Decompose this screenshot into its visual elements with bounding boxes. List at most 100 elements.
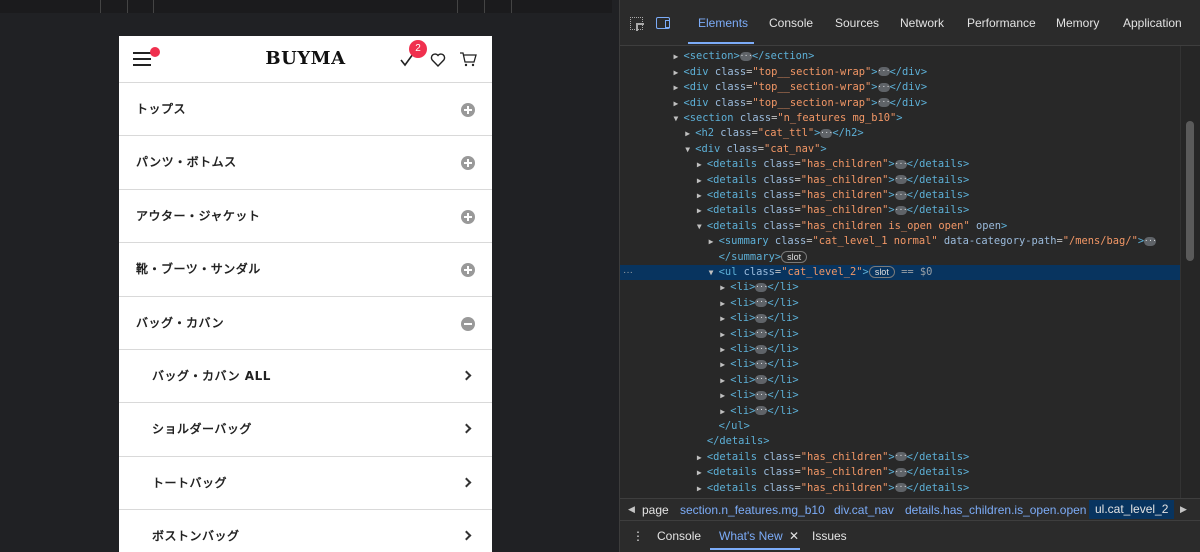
collapsed-content-icon[interactable]: ··· xyxy=(877,82,890,92)
collapsed-triangle-icon[interactable]: ▶ xyxy=(720,280,730,295)
tab-memory[interactable]: Memory xyxy=(1056,16,1099,30)
collapsed-content-icon[interactable]: ··· xyxy=(877,67,890,77)
dom-line[interactable]: ▶ <li>···</li> xyxy=(620,357,1180,372)
tab-network[interactable]: Network xyxy=(900,16,944,30)
collapsed-triangle-icon[interactable]: ▶ xyxy=(697,465,707,480)
dom-line[interactable]: ▶<details class="has_children">···</deta… xyxy=(620,450,1180,465)
expand-plus-icon[interactable] xyxy=(461,263,475,278)
slot-badge[interactable]: slot xyxy=(868,266,895,278)
collapsed-content-icon[interactable]: ··· xyxy=(755,344,768,354)
collapsed-content-icon[interactable]: ··· xyxy=(820,128,833,138)
tab-performance[interactable]: Performance xyxy=(967,16,1036,30)
collapsed-triangle-icon[interactable]: ▶ xyxy=(720,404,730,419)
subcategory-row[interactable]: バッグ・カバン ALL xyxy=(119,348,492,403)
collapsed-triangle-icon[interactable]: ▶ xyxy=(674,80,684,95)
collapsed-content-icon[interactable]: ··· xyxy=(755,329,768,339)
collapsed-content-icon[interactable]: ··· xyxy=(739,51,752,61)
dom-line[interactable]: ▶ <div class="top__section-wrap">···</div… xyxy=(620,65,1180,80)
category-row-bags[interactable]: バッグ・カバン xyxy=(119,295,492,349)
more-options-icon[interactable]: ··· xyxy=(623,265,633,280)
close-icon[interactable]: ✕ xyxy=(789,529,799,543)
expanded-triangle-icon[interactable]: ▼ xyxy=(685,142,695,157)
dom-line[interactable]: ▶ <li>···</li> xyxy=(620,327,1180,342)
tab-console[interactable]: Console xyxy=(769,16,813,30)
breadcrumb-item[interactable]: section.n_features.mg_b10 xyxy=(680,503,825,517)
dom-line[interactable]: </ul> xyxy=(620,419,1180,434)
breadcrumb-item[interactable]: div.cat_nav xyxy=(834,503,894,517)
breadcrumb-item[interactable]: page xyxy=(642,503,669,517)
heart-icon[interactable] xyxy=(430,52,446,68)
collapsed-content-icon[interactable]: ··· xyxy=(894,452,907,462)
collapsed-content-icon[interactable]: ··· xyxy=(755,282,768,292)
collapsed-triangle-icon[interactable]: ▶ xyxy=(674,96,684,111)
collapsed-triangle-icon[interactable]: ▶ xyxy=(697,188,707,203)
dom-line[interactable]: ▶ <li>···</li> xyxy=(620,388,1180,403)
subcategory-row[interactable]: ショルダーバッグ xyxy=(119,402,492,456)
dom-line[interactable]: ▶ <li>···</li> xyxy=(620,404,1180,419)
collapsed-triangle-icon[interactable]: ▶ xyxy=(709,234,719,249)
collapsed-content-icon[interactable]: ··· xyxy=(755,375,768,385)
expand-plus-icon[interactable] xyxy=(461,209,475,224)
expanded-triangle-icon[interactable]: ▼ xyxy=(709,265,719,280)
inspect-element-icon[interactable] xyxy=(630,17,644,31)
dom-line-selected[interactable]: ··· ▼ <ul class="cat_level_2"> slot == $0 xyxy=(620,265,1180,281)
expand-plus-icon[interactable] xyxy=(461,156,475,171)
drawer-tab-whats-new[interactable]: What's New xyxy=(719,529,783,543)
category-row-pants[interactable]: パンツ・ボトムス xyxy=(119,135,492,189)
tab-elements[interactable]: Elements xyxy=(698,16,748,30)
collapsed-triangle-icon[interactable]: ▶ xyxy=(697,173,707,188)
dom-line[interactable]: ▶<details class="has_children">···</deta… xyxy=(620,203,1180,218)
dom-line[interactable]: ▶<details class="has_children">···</deta… xyxy=(620,465,1180,480)
expand-plus-icon[interactable] xyxy=(461,103,475,117)
drawer-menu-icon[interactable]: ⋮ xyxy=(632,529,644,543)
subcategory-row[interactable]: ボストンバッグ xyxy=(119,509,492,552)
dom-line[interactable]: ▶ <summary class="cat_level_1 normal" dat… xyxy=(620,234,1180,249)
dom-line[interactable]: ▶<details class="has_children">···</deta… xyxy=(620,188,1180,203)
dom-line[interactable]: ▶<details class="has_children">···</deta… xyxy=(620,157,1180,172)
slot-badge[interactable]: slot xyxy=(781,250,808,263)
category-row-tops[interactable]: トップス xyxy=(119,82,492,136)
drawer-tab-console[interactable]: Console xyxy=(657,529,701,543)
dom-line[interactable]: ▶ <div class="top__section-wrap">···</div… xyxy=(620,80,1180,95)
collapsed-triangle-icon[interactable]: ▶ xyxy=(697,203,707,218)
collapsed-triangle-icon[interactable]: ▶ xyxy=(720,342,730,357)
collapsed-content-icon[interactable]: ··· xyxy=(894,175,907,185)
dom-line[interactable]: ▶ <h2 class="cat_ttl">···</h2> xyxy=(620,126,1180,141)
collapsed-content-icon[interactable]: ··· xyxy=(894,190,907,200)
dom-line[interactable]: ▶ <li>···</li> xyxy=(620,311,1180,326)
collapsed-triangle-icon[interactable]: ▶ xyxy=(697,450,707,465)
collapsed-content-icon[interactable]: ··· xyxy=(755,406,768,416)
collapsed-triangle-icon[interactable]: ▶ xyxy=(720,357,730,372)
dom-line[interactable]: ▼ <div class="cat_nav"> xyxy=(620,142,1180,157)
tab-application[interactable]: Application xyxy=(1123,16,1182,30)
collapsed-triangle-icon[interactable]: ▶ xyxy=(697,481,707,496)
collapsed-content-icon[interactable]: ··· xyxy=(755,298,768,308)
collapsed-content-icon[interactable]: ··· xyxy=(894,467,907,477)
dom-line[interactable]: </summary> slot xyxy=(620,250,1180,265)
breadcrumb-item[interactable]: details.has_children.is_open.open xyxy=(905,503,1086,517)
dom-tree-scrollbar[interactable] xyxy=(1180,46,1200,498)
dom-line[interactable]: </details> xyxy=(620,434,1180,449)
device-toolbar-icon[interactable] xyxy=(656,17,670,29)
collapsed-content-icon[interactable]: ··· xyxy=(755,313,768,323)
collapse-minus-icon[interactable] xyxy=(461,316,475,331)
collapsed-content-icon[interactable]: ··· xyxy=(894,483,907,493)
category-row-outer[interactable]: アウター・ジャケット xyxy=(119,188,492,243)
dom-line[interactable]: ▶ <li>···</li> xyxy=(620,296,1180,311)
subcategory-row[interactable]: トートバッグ xyxy=(119,455,492,510)
tab-sources[interactable]: Sources xyxy=(835,16,879,30)
dom-line[interactable]: ▶ <section>···</section> xyxy=(620,49,1180,64)
collapsed-content-icon[interactable]: ··· xyxy=(894,205,907,215)
breadcrumb-right-arrow-icon[interactable]: ▶ xyxy=(1180,504,1187,515)
breadcrumb-left-arrow-icon[interactable]: ◀ xyxy=(628,504,635,515)
collapsed-triangle-icon[interactable]: ▶ xyxy=(720,388,730,403)
collapsed-triangle-icon[interactable]: ▶ xyxy=(720,296,730,311)
expanded-triangle-icon[interactable]: ▼ xyxy=(674,111,684,126)
dom-line[interactable]: ▶<details class="has_children">···</deta… xyxy=(620,481,1180,496)
collapsed-content-icon[interactable]: ··· xyxy=(894,159,907,169)
expanded-triangle-icon[interactable]: ▼ xyxy=(697,219,707,234)
dom-line[interactable]: ▶ <li>···</li> xyxy=(620,342,1180,357)
breadcrumb-item-selected[interactable]: ul.cat_level_2 xyxy=(1089,500,1175,519)
collapsed-triangle-icon[interactable]: ▶ xyxy=(720,373,730,388)
dom-line[interactable]: ▶ <li>···</li> xyxy=(620,280,1180,295)
